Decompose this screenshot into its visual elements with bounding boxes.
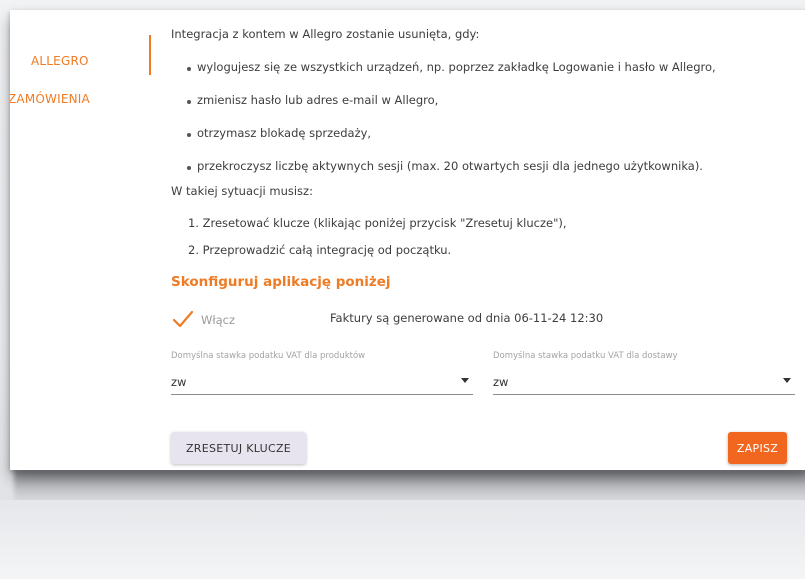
bullet-dot <box>187 133 191 137</box>
vat-products-select[interactable]: zw <box>171 370 473 395</box>
bullet-dot <box>187 166 191 170</box>
action-intro-text: W takiej sytuacji musisz: <box>171 184 313 198</box>
intro-text: Integracja z kontem w Allegro zostanie u… <box>171 27 480 41</box>
vat-delivery-select[interactable]: zw <box>493 370 795 395</box>
condition-item: przekroczysz liczbę aktywnych sesji (max… <box>197 159 703 173</box>
config-section-title: Skonfiguruj aplikację poniżej <box>171 274 391 290</box>
vat-delivery-value: zw <box>493 375 509 389</box>
vat-products-label: Domyślna stawka podatku VAT dla produktó… <box>171 351 366 361</box>
condition-item: wylogujesz się ze wszystkich urządzeń, n… <box>197 60 716 74</box>
sidebar-item-zamowienia[interactable]: ZAMÓWIENIA <box>10 92 90 106</box>
vat-delivery-label: Domyślna stawka podatku VAT dla dostawy <box>493 351 678 361</box>
enable-toggle-label[interactable]: Włącz <box>201 313 235 327</box>
sidebar-item-allegro[interactable]: ALLEGRO <box>31 54 89 68</box>
bullet-dot <box>187 100 191 104</box>
step-item: 1. Zresetować klucze (klikając poniżej p… <box>188 216 567 230</box>
reset-keys-button[interactable]: ZRESETUJ KLUCZE <box>171 432 306 464</box>
vat-products-value: zw <box>171 375 187 389</box>
dropdown-arrow-icon <box>783 378 791 383</box>
step-item: 2. Przeprowadzić całą integrację od pocz… <box>188 243 452 257</box>
enable-checkmark-icon[interactable] <box>172 308 194 330</box>
condition-item: otrzymasz blokadę sprzedaży, <box>197 126 372 140</box>
active-tab-indicator <box>149 35 151 75</box>
settings-card: ALLEGRO ZAMÓWIENIA Integracja z kontem w… <box>10 10 805 470</box>
dropdown-arrow-icon <box>461 378 469 383</box>
bullet-dot <box>187 67 191 71</box>
condition-item: zmienisz hasło lub adres e-mail w Allegr… <box>197 93 439 107</box>
bottom-background <box>0 500 805 579</box>
invoice-info-text: Faktury są generowane od dnia 06-11-24 1… <box>330 311 604 325</box>
save-button[interactable]: ZAPISZ <box>728 432 787 464</box>
